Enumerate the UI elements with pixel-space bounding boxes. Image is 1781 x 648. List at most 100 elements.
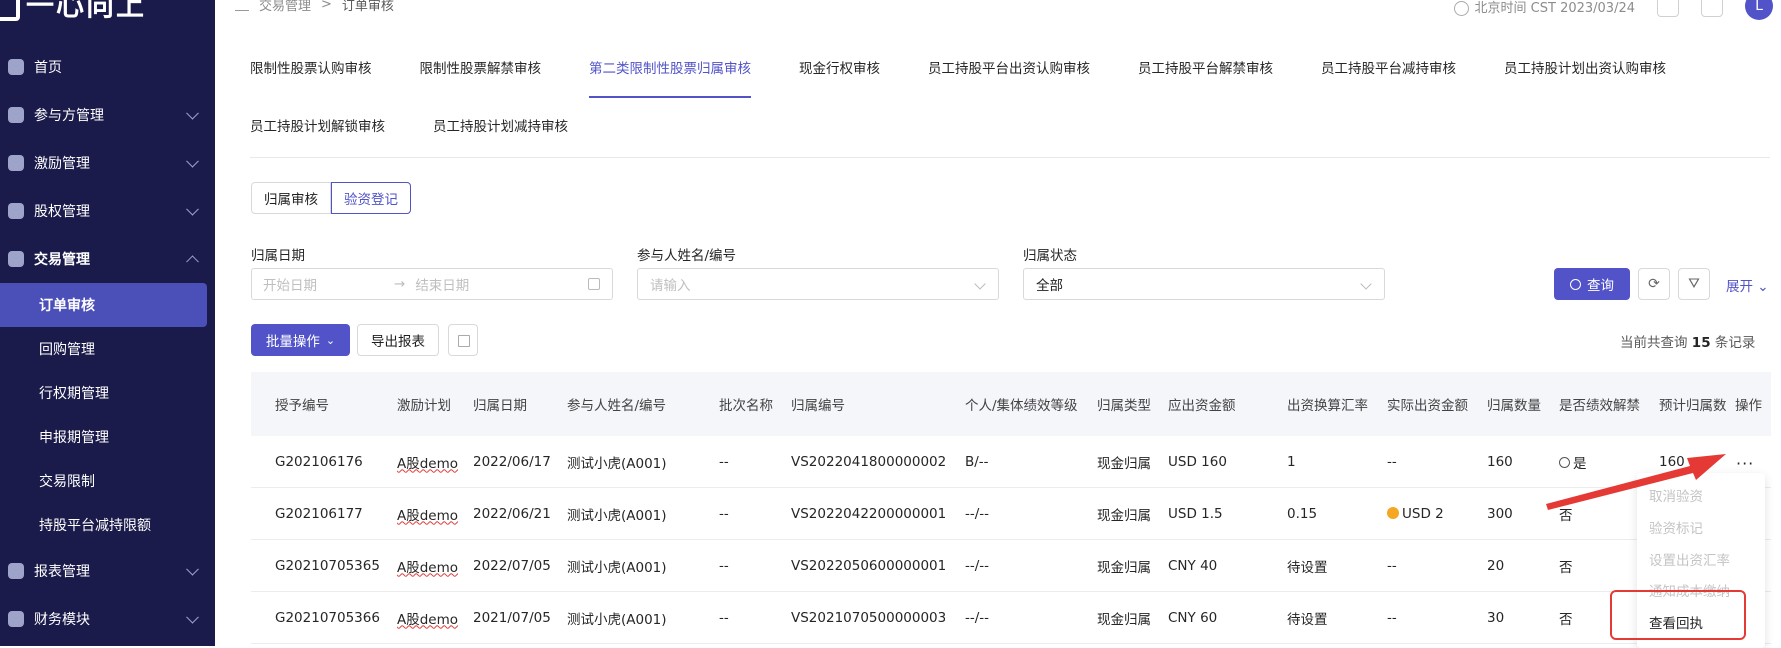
cell-actual-amount: --	[1387, 453, 1397, 470]
column-settings-button[interactable]	[448, 324, 478, 356]
cell-vesting-id: VS2021070500000003	[791, 609, 947, 626]
sidebar-item-incentive[interactable]: 激励管理	[0, 139, 215, 187]
reset-button[interactable]: ⟳	[1638, 268, 1670, 300]
status-select[interactable]: 全部	[1023, 268, 1385, 300]
sidebar-item-participants[interactable]: 参与方管理	[0, 91, 215, 139]
tab-class2-vesting[interactable]: 第二类限制性股票归属审核	[589, 57, 751, 98]
search-button-label: 查询	[1587, 278, 1614, 294]
cell-plan: A股demo	[397, 507, 459, 524]
cell-vesting-id: VS2022042200000001	[791, 505, 947, 522]
tab-plan-unlock[interactable]: 员工持股计划解锁审核	[250, 115, 385, 135]
expand-filters-link[interactable]: 展开 ⌄	[1726, 275, 1769, 295]
trade-icon	[8, 251, 24, 267]
col-batch: 批次名称	[719, 398, 773, 414]
todo-button[interactable]	[1657, 0, 1679, 17]
cell-vesting-type: 现金归属	[1097, 507, 1151, 524]
search-icon	[1570, 278, 1581, 290]
export-report-button[interactable]: 导出报表	[357, 324, 439, 356]
submenu-platform-reduction-limit[interactable]: 持股平台减持限额	[0, 503, 215, 547]
tab-plan-reduction[interactable]: 员工持股计划减持审核	[433, 115, 568, 135]
tab-row-1: 限制性股票认购审核 限制性股票解禁审核 第二类限制性股票归属审核 现金行权审核 …	[250, 38, 1770, 98]
cell-vesting-qty: 300	[1487, 505, 1513, 522]
cell-vesting-type: 现金归属	[1097, 455, 1151, 472]
tab-divider	[250, 157, 1770, 158]
tab-restricted-unlock[interactable]: 限制性股票解禁审核	[420, 57, 542, 77]
submenu-buyback[interactable]: 回购管理	[0, 327, 215, 371]
segment-capital-verification[interactable]: 验资登记	[331, 182, 411, 214]
cell-vesting-qty: 160	[1487, 453, 1513, 470]
sidebar-menu: 首页 参与方管理 激励管理 股权管理 交易管理 订单审核 回购管理 行权期管理 …	[0, 43, 215, 643]
cell-grant-id: G202106176	[275, 453, 363, 470]
cell-exchange-rate: 1	[1287, 453, 1296, 470]
col-performance: 个人/集体绩效等级	[965, 398, 1078, 414]
sidebar-item-label: 财务模块	[34, 612, 90, 628]
segment-vesting-review[interactable]: 归属审核	[251, 182, 331, 214]
sidebar-item-trade[interactable]: 交易管理	[0, 235, 215, 283]
col-expected-qty: 预计归属数	[1659, 398, 1727, 414]
tab-platform-reduction[interactable]: 员工持股平台减持审核	[1321, 57, 1456, 77]
cell-batch: --	[719, 609, 729, 626]
cell-participant: 测试小虎(A001)	[567, 507, 667, 524]
menu-item-set-exchange-rate[interactable]: 设置出资汇率	[1649, 549, 1730, 569]
tab-cash-exercise[interactable]: 现金行权审核	[799, 57, 880, 77]
more-actions-icon[interactable]: ···	[1736, 454, 1754, 473]
cell-batch: --	[719, 505, 729, 522]
sidebar-item-label: 交易管理	[34, 252, 90, 268]
gift-icon	[8, 155, 24, 171]
avatar[interactable]: L	[1745, 0, 1773, 20]
menu-fold-icon[interactable]	[235, 0, 249, 11]
sidebar-item-finance[interactable]: 财务模块	[0, 595, 215, 643]
cell-vesting-type: 现金归属	[1097, 611, 1151, 628]
cell-vesting-type: 现金归属	[1097, 559, 1151, 576]
cell-performance: B/--	[965, 453, 989, 470]
cell-vesting-date: 2022/07/05	[473, 557, 551, 574]
sidebar-item-reports[interactable]: 报表管理	[0, 547, 215, 595]
batch-operation-button[interactable]: 批量操作 ⌄	[251, 324, 350, 356]
table-row: G20210705365 A股demo 2022/07/05 测试小虎(A001…	[251, 540, 1771, 592]
submenu-order-review[interactable]: 订单审核	[0, 283, 207, 327]
filter-button[interactable]: ⛛	[1678, 268, 1710, 300]
arrow-right-icon: →	[394, 276, 406, 292]
record-count: 当前共查询 15 条记录	[1620, 335, 1756, 351]
sidebar-item-home[interactable]: 首页	[0, 43, 215, 91]
col-vesting-qty: 归属数量	[1487, 398, 1541, 414]
participant-select[interactable]: 请输入	[637, 268, 999, 300]
breadcrumb-separator: >	[321, 0, 332, 12]
topbar-right: 北京时间 CST 2023/03/24 L	[1453, 0, 1781, 20]
participant-placeholder: 请输入	[650, 278, 691, 294]
date-filter-label: 归属日期	[251, 248, 305, 264]
submenu-trade-restriction[interactable]: 交易限制	[0, 459, 215, 503]
cell-vesting-id: VS2022041800000002	[791, 453, 947, 470]
sidebar-item-label: 首页	[34, 60, 62, 76]
search-button[interactable]: 查询	[1554, 268, 1630, 300]
tab-restricted-subscription[interactable]: 限制性股票认购审核	[250, 57, 372, 77]
submenu-declaration-period[interactable]: 申报期管理	[0, 415, 215, 459]
tab-platform-subscription[interactable]: 员工持股平台出资认购审核	[928, 57, 1090, 77]
submenu-exercise-period[interactable]: 行权期管理	[0, 371, 215, 415]
logo-icon	[0, 0, 20, 21]
annotation-arrow-icon	[1546, 454, 1726, 510]
cell-actual-amount: --	[1387, 557, 1397, 574]
cell-actual-amount: USD 2	[1387, 506, 1444, 522]
document-button[interactable]	[1701, 0, 1723, 17]
cell-payable-amount: CNY 40	[1168, 557, 1218, 574]
cell-plan: A股demo	[397, 455, 459, 472]
brand-name: 一心向上	[26, 0, 147, 22]
col-plan: 激励计划	[397, 398, 451, 414]
breadcrumb: 交易管理 > 订单审核	[235, 0, 394, 14]
tab-platform-unlock[interactable]: 员工持股平台解禁审核	[1138, 57, 1273, 77]
date-range-picker[interactable]: 开始日期 → 结束日期	[251, 268, 613, 300]
cell-participant: 测试小虎(A001)	[567, 611, 667, 628]
cell-batch: --	[719, 557, 729, 574]
sidebar-item-label: 股权管理	[34, 204, 90, 220]
users-icon	[8, 107, 24, 123]
equity-icon	[8, 203, 24, 219]
col-participant: 参与人姓名/编号	[567, 398, 667, 414]
menu-item-verification-mark[interactable]: 验资标记	[1649, 517, 1703, 537]
clock-icon	[1453, 0, 1469, 16]
breadcrumb-parent[interactable]: 交易管理	[259, 0, 311, 14]
chevron-down-icon	[186, 610, 199, 624]
tab-plan-subscription[interactable]: 员工持股计划出资认购审核	[1504, 57, 1666, 77]
status-filter-label: 归属状态	[1023, 248, 1077, 264]
sidebar-item-equity[interactable]: 股权管理	[0, 187, 215, 235]
